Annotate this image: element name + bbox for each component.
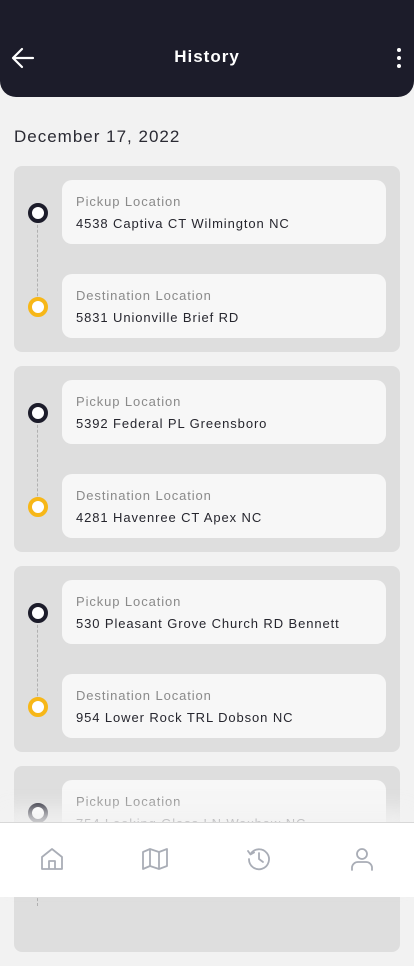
nav-home[interactable] [38,845,66,873]
pickup-address: 5392 Federal PL Greensboro [76,416,268,431]
more-vertical-icon-dot [397,64,401,68]
destination-marker-icon [28,697,48,717]
destination-address: 4281 Havenree CT Apex NC [76,510,263,525]
route-line [37,220,38,306]
pickup-marker-icon [28,203,48,223]
profile-icon [351,848,373,871]
pickup-label: Pickup Location [76,794,182,809]
pickup-address: 530 Pleasant Grove Church RD Bennett [76,616,340,631]
destination-address: 954 Lower Rock TRL Dobson NC [76,710,294,725]
nav-profile[interactable] [348,845,376,873]
destination-label: Destination Location [76,288,212,303]
pickup-location[interactable]: Pickup Location 530 Pleasant Grove Churc… [62,580,386,644]
more-vertical-icon-dot [397,56,401,60]
route-line [37,420,38,506]
more-options-button[interactable] [392,45,406,71]
nav-map[interactable] [141,845,169,873]
pickup-label: Pickup Location [76,394,182,409]
destination-address: 5831 Unionville Brief RD [76,310,240,325]
pickup-marker-icon [28,403,48,423]
date-heading: December 17, 2022 [14,127,181,146]
pickup-label: Pickup Location [76,194,182,209]
map-icon [142,848,168,870]
history-icon [247,848,270,871]
home-icon [41,848,63,870]
pickup-address: 4538 Captiva CT Wilmington NC [76,216,290,231]
pickup-marker-icon [28,603,48,623]
destination-location[interactable]: Destination Location 5831 Unionville Bri… [62,274,386,338]
trip-card[interactable]: Pickup Location 4538 Captiva CT Wilmingt… [14,166,400,352]
pickup-location[interactable]: Pickup Location 5392 Federal PL Greensbo… [62,380,386,444]
page-title: History [174,47,240,66]
pickup-marker-icon [28,803,48,823]
pickup-location[interactable]: Pickup Location 4538 Captiva CT Wilmingt… [62,180,386,244]
destination-label: Destination Location [76,688,212,703]
destination-location[interactable]: Destination Location 954 Lower Rock TRL … [62,674,386,738]
destination-label: Destination Location [76,488,212,503]
destination-marker-icon [28,297,48,317]
nav-history[interactable] [245,845,273,873]
pickup-label: Pickup Location [76,594,182,609]
trip-card[interactable]: Pickup Location 5392 Federal PL Greensbo… [14,366,400,552]
route-line [37,620,38,706]
bottom-navigation [0,822,414,897]
destination-location[interactable]: Destination Location 4281 Havenree CT Ap… [62,474,386,538]
trip-card[interactable]: Pickup Location 530 Pleasant Grove Churc… [14,566,400,752]
more-vertical-icon [397,48,401,52]
app-header: History [0,0,414,97]
destination-marker-icon [28,497,48,517]
